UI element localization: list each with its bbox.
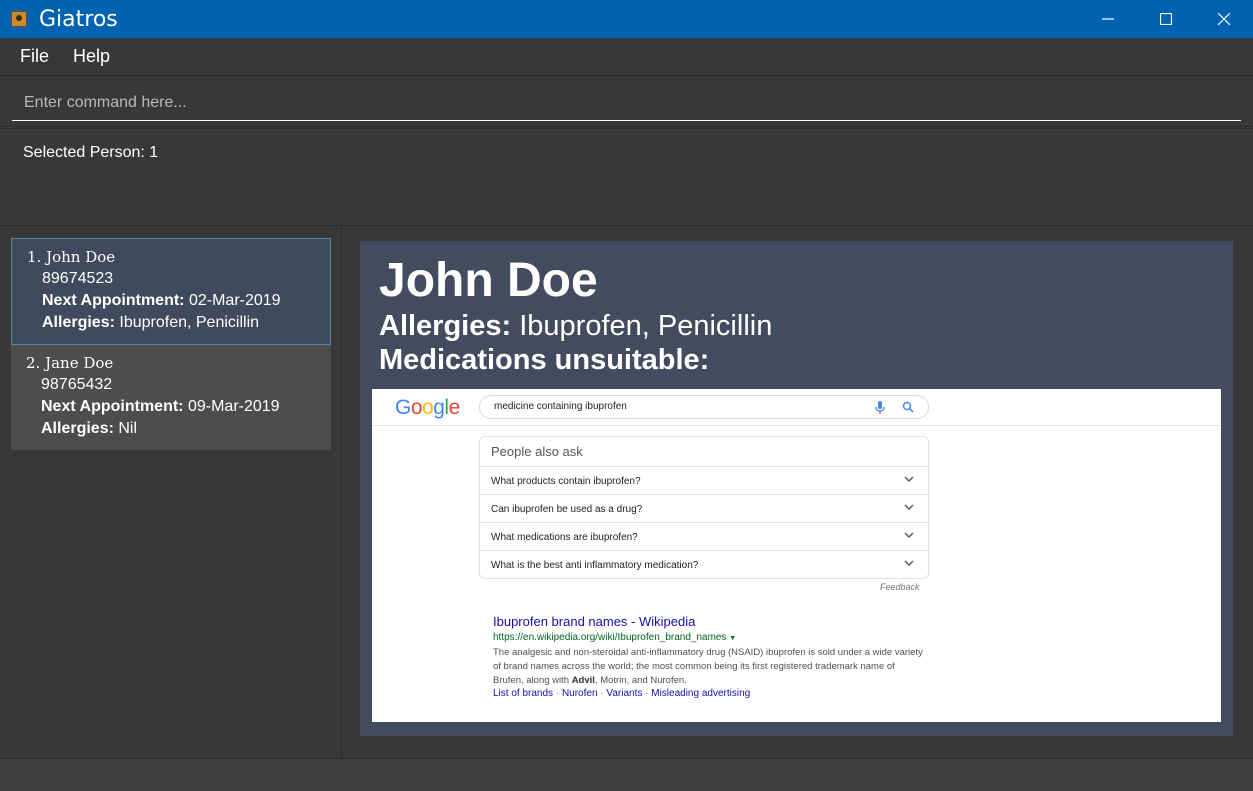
chevron-down-icon xyxy=(904,532,914,538)
mic-icon xyxy=(875,401,885,414)
person-phone: 89674523 xyxy=(42,270,114,287)
chevron-down-icon xyxy=(904,476,914,482)
sitelink: Nurofen xyxy=(561,688,598,699)
chevron-down-icon xyxy=(904,504,914,510)
detail-allergies-value: Ibuprofen, Penicillin xyxy=(519,310,773,342)
result-url: https://en.wikipedia.org/wiki/Ibuprofen_… xyxy=(493,632,736,643)
result-description: The analgesic and non-steroidal anti-inf… xyxy=(493,646,923,688)
maximize-icon xyxy=(1160,13,1172,25)
title-bar: Giatros xyxy=(0,0,1253,38)
search-box: medicine containing ibuprofen xyxy=(479,395,929,419)
person-phone: 98765432 xyxy=(41,376,113,393)
paa-title: People also ask xyxy=(491,444,583,459)
paa-question-text: What products contain ibuprofen? xyxy=(491,476,641,487)
window-title: Giatros xyxy=(39,6,118,32)
maximize-button[interactable] xyxy=(1137,0,1195,38)
paa-question-text: Can ibuprofen be used as a drug? xyxy=(491,504,643,515)
window-controls xyxy=(1079,0,1253,38)
appointment-label: Next Appointment: xyxy=(42,292,185,309)
google-logo: Google xyxy=(395,396,460,419)
person-detail-panel: John Doe Allergies: Ibuprofen, Penicilli… xyxy=(360,241,1233,736)
person-appointment: Next Appointment: 09-Mar-2019 xyxy=(41,396,331,418)
result-desc-part: , Motrin, and Nurofen. xyxy=(594,675,687,686)
result-text: Selected Person: 1 xyxy=(23,144,159,161)
person-allergies: Allergies: Nil xyxy=(41,418,331,440)
menu-bar: File Help xyxy=(0,38,1253,76)
sitelink: Misleading advertising xyxy=(651,688,751,699)
person-name: 2. Jane Doe xyxy=(26,354,114,372)
close-button[interactable] xyxy=(1195,0,1253,38)
person-card[interactable]: 2. Jane Doe 98765432 Next Appointment: 0… xyxy=(11,345,331,450)
search-icon xyxy=(902,401,914,413)
menu-help[interactable]: Help xyxy=(73,46,110,67)
result-sitelinks: List of brands · Nurofen · Variants · Mi… xyxy=(493,688,751,699)
search-query: medicine containing ibuprofen xyxy=(494,401,627,412)
medication-search-image: Google medicine containing ibuprofen Peo… xyxy=(372,389,1221,722)
paa-question: What medications are ibuprofen? xyxy=(480,522,928,550)
result-display: Selected Person: 1 xyxy=(0,128,1253,226)
result-title: Ibuprofen brand names - Wikipedia xyxy=(493,614,696,629)
caret-down-icon: ▼ xyxy=(729,635,737,642)
app-window: Giatros File Help Selected Person: 1 1. … xyxy=(0,0,1253,791)
detail-name: John Doe xyxy=(379,254,598,307)
allergies-value: Ibuprofen, Penicillin xyxy=(119,314,260,331)
person-name: 1. John Doe xyxy=(27,248,116,266)
minimize-icon xyxy=(1102,18,1114,20)
allergies-value: Nil xyxy=(118,420,138,437)
command-input[interactable] xyxy=(12,85,1241,121)
person-list[interactable]: 1. John Doe 89674523 Next Appointment: 0… xyxy=(0,227,342,758)
chevron-down-icon xyxy=(904,560,914,566)
minimize-button[interactable] xyxy=(1079,0,1137,38)
command-box xyxy=(0,77,1253,127)
person-card-selected[interactable]: 1. John Doe 89674523 Next Appointment: 0… xyxy=(11,238,331,345)
paa-question: Can ibuprofen be used as a drug? xyxy=(480,494,928,522)
menu-file[interactable]: File xyxy=(20,46,49,67)
detail-allergies: Allergies: Ibuprofen, Penicillin xyxy=(379,310,772,343)
result-url-text: https://en.wikipedia.org/wiki/Ibuprofen_… xyxy=(493,632,727,643)
paa-question: What products contain ibuprofen? xyxy=(480,466,928,494)
people-also-ask: People also ask What products contain ib… xyxy=(479,436,929,579)
detail-allergies-label: Allergies: xyxy=(379,310,512,342)
allergies-label: Allergies: xyxy=(41,420,114,437)
person-appointment: Next Appointment: 02-Mar-2019 xyxy=(42,290,330,312)
close-icon xyxy=(1218,13,1230,25)
person-allergies: Allergies: Ibuprofen, Penicillin xyxy=(42,312,330,334)
paa-question-text: What is the best anti inflammatory medic… xyxy=(491,560,699,571)
paa-question: What is the best anti inflammatory medic… xyxy=(480,550,928,578)
appointment-value: 02-Mar-2019 xyxy=(188,292,281,309)
appointment-label: Next Appointment: xyxy=(41,398,184,415)
search-header: Google medicine containing ibuprofen xyxy=(372,389,1221,426)
result-desc-bold: Advil xyxy=(571,675,595,686)
sitelink: List of brands xyxy=(493,688,554,699)
detail-pane: John Doe Allergies: Ibuprofen, Penicilli… xyxy=(343,227,1253,758)
status-bar xyxy=(0,758,1253,791)
paa-question-text: What medications are ibuprofen? xyxy=(491,532,638,543)
app-icon xyxy=(11,11,27,27)
allergies-label: Allergies: xyxy=(42,314,115,331)
appointment-value: 09-Mar-2019 xyxy=(187,398,280,415)
detail-medications-label: Medications unsuitable: xyxy=(379,344,710,376)
feedback-link: Feedback xyxy=(880,582,920,592)
result-desc-part: The analgesic and non-steroidal anti-inf… xyxy=(493,647,923,686)
sitelink: Variants xyxy=(606,688,643,699)
